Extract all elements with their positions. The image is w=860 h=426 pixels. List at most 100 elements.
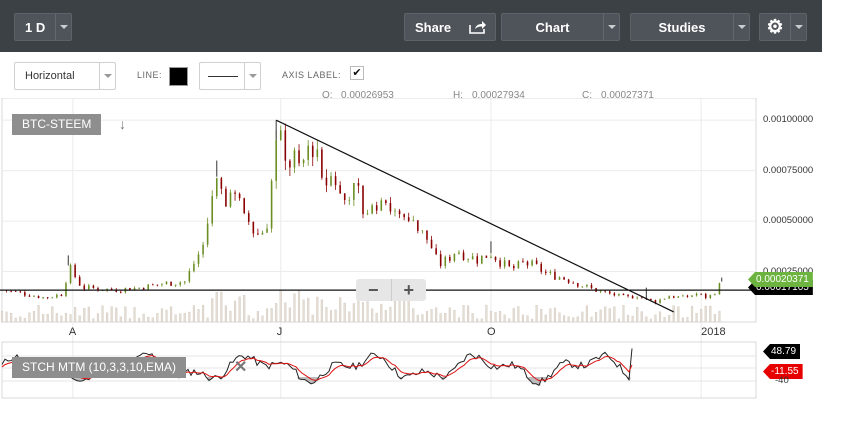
candle-body — [531, 260, 533, 266]
candle-body — [599, 290, 602, 292]
zoom-in-button[interactable]: + — [390, 279, 427, 301]
candle-body — [229, 192, 232, 207]
candle-body — [275, 139, 277, 181]
volume-bar — [19, 316, 22, 323]
chevron-down-icon[interactable] — [790, 14, 806, 40]
candle-body — [544, 271, 547, 274]
trendline — [275, 119, 675, 313]
candle-body — [270, 180, 273, 229]
symbol-label[interactable]: BTC-STEEM — [12, 114, 102, 135]
volume-bar — [608, 308, 611, 323]
volume-bar — [544, 314, 547, 323]
candle-body — [700, 293, 702, 295]
volume-bar — [681, 317, 684, 323]
gear-icon: ⚙ — [766, 16, 784, 38]
candle-body — [156, 284, 159, 286]
candle-body — [476, 256, 479, 264]
candle-body — [471, 256, 474, 260]
close-label: C: — [582, 90, 592, 98]
volume-bar — [599, 309, 602, 323]
candle-body — [92, 285, 95, 289]
candle-body — [60, 294, 63, 297]
close-study-icon[interactable]: ✕ — [234, 357, 247, 377]
volume-bar — [526, 315, 529, 323]
volume-bar — [512, 308, 515, 323]
volume-bar — [0, 310, 4, 323]
volume-bar — [352, 303, 355, 323]
candle-body — [613, 293, 616, 296]
studies-dropdown[interactable]: Studies — [630, 13, 750, 41]
volume-bar — [5, 311, 8, 323]
candle-body — [622, 293, 625, 296]
volume-bar — [700, 309, 703, 323]
volume-bar — [320, 299, 323, 323]
collapse-arrow-icon[interactable]: ↓ — [119, 116, 126, 132]
candle-body — [636, 297, 638, 299]
candle-body — [24, 292, 26, 296]
volume-bar — [275, 303, 278, 323]
volume-bar — [160, 308, 163, 323]
volume-bar — [595, 312, 598, 323]
candle-body — [14, 290, 17, 292]
axis-label-label: AXIS LABEL: — [282, 70, 342, 80]
candle-body — [462, 252, 465, 260]
volume-bar — [658, 311, 662, 323]
volume-bar — [339, 297, 342, 323]
volume-bar — [613, 306, 616, 323]
volume-bar — [238, 296, 241, 323]
candle-body — [293, 150, 296, 168]
volume-bar — [229, 310, 232, 323]
settings-dropdown[interactable]: ⚙ — [759, 13, 807, 41]
candle-body — [362, 185, 364, 215]
volume-bar — [284, 302, 287, 323]
volume-bar — [672, 305, 675, 323]
volume-bar — [549, 308, 552, 323]
line-color-swatch[interactable] — [169, 67, 188, 86]
zoom-out-button[interactable]: − — [356, 279, 391, 301]
volume-bar — [234, 300, 237, 323]
candle-body — [481, 255, 483, 264]
chevron-down-icon[interactable] — [603, 14, 619, 40]
volume-bar — [508, 318, 511, 323]
volume-bar — [690, 305, 694, 323]
interval-dropdown[interactable]: 1 D — [14, 13, 72, 41]
candle-body — [485, 255, 488, 258]
volume-bar — [663, 317, 666, 323]
candle-body — [627, 295, 629, 297]
x-tick-label: A — [68, 326, 77, 338]
candle-body — [279, 130, 282, 140]
candle-body — [421, 230, 424, 232]
candle-body — [718, 283, 721, 295]
chevron-down-icon[interactable] — [99, 63, 115, 89]
candle-body — [147, 284, 150, 290]
volume-bar — [448, 307, 451, 323]
volume-bar — [32, 311, 36, 323]
candle-body — [69, 264, 72, 284]
drawing-tool-select[interactable]: Horizontal — [14, 62, 116, 90]
chevron-down-icon[interactable] — [733, 14, 749, 40]
volume-bar — [585, 305, 588, 323]
axis-label-checkbox[interactable]: ✔ — [350, 66, 364, 80]
candle-body — [188, 271, 191, 282]
chevron-down-icon[interactable] — [55, 14, 71, 40]
volume-bar — [540, 308, 543, 323]
candle-body — [289, 160, 291, 168]
study-label[interactable]: STCH MTM (10,3,3,10,EMA) — [12, 357, 187, 378]
volume-bar — [179, 313, 182, 323]
volume-bar — [421, 314, 424, 323]
candle-body — [247, 213, 250, 222]
x-tick-label: J — [276, 326, 283, 338]
share-button[interactable]: Share — [404, 13, 496, 41]
chevron-down-icon[interactable] — [244, 63, 260, 89]
chart-type-dropdown[interactable]: Chart — [501, 13, 620, 41]
volume-bar — [101, 305, 104, 323]
volume-bar — [119, 316, 122, 323]
volume-bar — [224, 305, 227, 323]
volume-bar — [636, 307, 639, 323]
volume-bar — [471, 313, 474, 323]
candle-body — [238, 193, 241, 199]
volume-bar — [256, 311, 259, 323]
volume-bar — [531, 318, 534, 323]
volume-bar — [243, 294, 246, 323]
line-style-select[interactable] — [199, 62, 261, 90]
